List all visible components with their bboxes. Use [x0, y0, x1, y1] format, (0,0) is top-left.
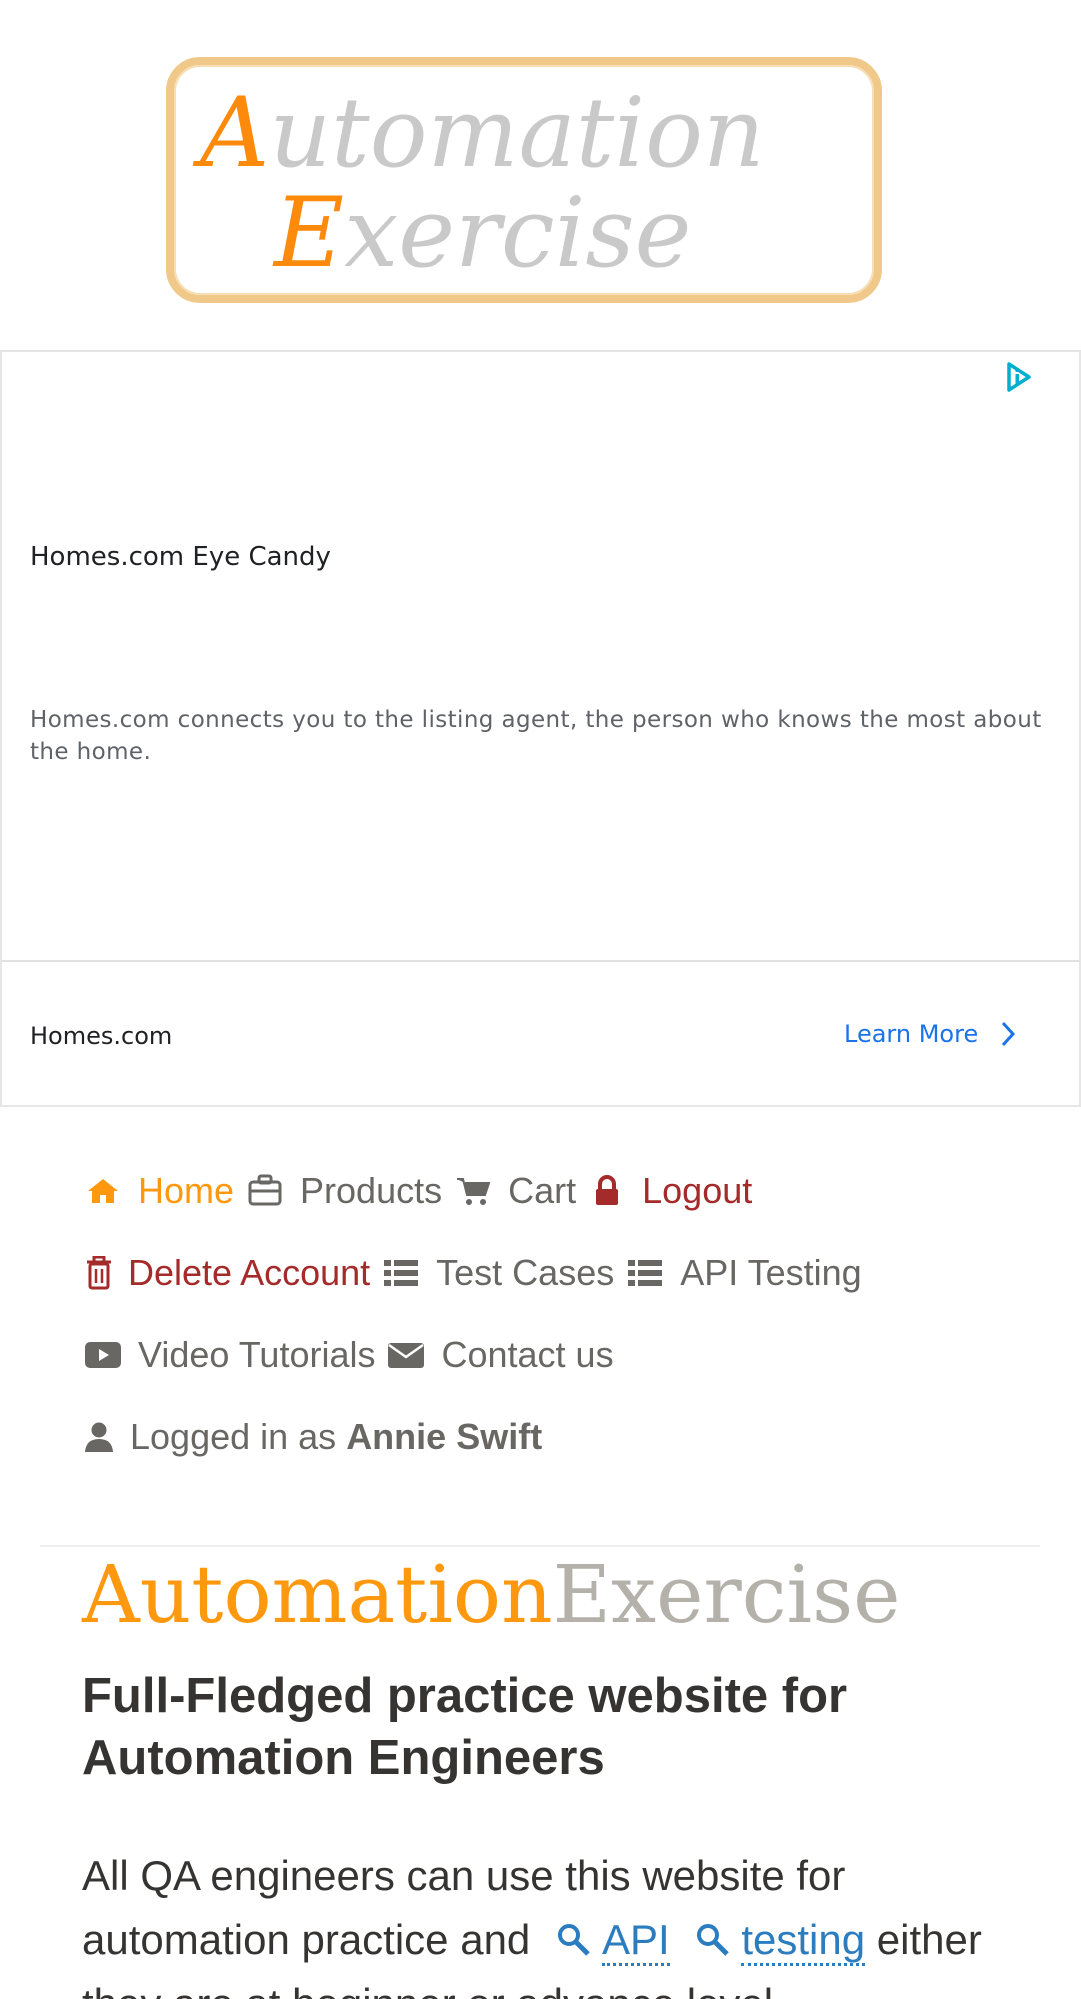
testing-link[interactable]: testing: [741, 1916, 866, 1966]
lock-icon: [586, 1171, 628, 1211]
logo-frame: Automation Exercise: [166, 57, 882, 303]
hero-brand-title: AutomationExercise: [82, 1548, 900, 1641]
logo-cap-a: A: [200, 77, 270, 189]
nav-row-4: Logged in as Annie Swift: [82, 1411, 1042, 1463]
logo-line-2: Exercise: [274, 177, 691, 289]
logged-in-status: Logged in as Annie Swift: [82, 1416, 542, 1458]
list-icon: [624, 1253, 666, 1293]
nav-row-1: Home Products Cart Logout: [82, 1165, 1042, 1217]
nav-api-testing-label: API Testing: [680, 1252, 862, 1293]
logo-rest-2: xercise: [344, 177, 692, 289]
nav-video-tutorials-label: Video Tutorials: [138, 1334, 376, 1375]
nav-test-cases-label: Test Cases: [436, 1252, 615, 1293]
ad-divider: [2, 960, 1079, 962]
nav-home-label: Home: [138, 1170, 235, 1211]
envelope-icon: [385, 1335, 427, 1375]
logged-in-username: Annie Swift: [346, 1416, 543, 1457]
nav-contact-us[interactable]: Contact us: [385, 1334, 614, 1376]
ad-brand[interactable]: Homes.com: [30, 1022, 172, 1050]
user-icon: [82, 1417, 116, 1457]
nav-delete-account-label: Delete Account: [128, 1252, 371, 1293]
logo-rest-1: utomation: [269, 77, 765, 189]
hero-brand-automation: Automation: [82, 1548, 553, 1641]
search-icon: [557, 1924, 590, 1956]
hero-brand-exercise: Exercise: [552, 1548, 901, 1641]
nav-products-label: Products: [300, 1170, 443, 1211]
cart-icon: [452, 1171, 494, 1211]
section-divider: [40, 1545, 1040, 1547]
nav-logout-label: Logout: [642, 1170, 753, 1211]
nav-logout[interactable]: Logout: [586, 1170, 752, 1212]
nav-cart[interactable]: Cart: [452, 1170, 576, 1212]
home-icon: [82, 1171, 124, 1211]
site-logo[interactable]: Automation Exercise: [0, 0, 1081, 350]
nav-home[interactable]: Home: [82, 1170, 234, 1212]
api-link[interactable]: API: [601, 1916, 670, 1966]
nav-products[interactable]: Products: [244, 1170, 442, 1212]
nav-video-tutorials[interactable]: Video Tutorials: [82, 1334, 375, 1376]
hero-paragraph: All QA engineers can use this website fo…: [82, 1844, 1042, 1999]
chevron-right-icon: [1002, 1021, 1016, 1047]
ad-title[interactable]: Homes.com Eye Candy: [30, 542, 331, 572]
nav-row-2: Delete Account Test Cases API Testing: [82, 1247, 1042, 1299]
nav-test-cases[interactable]: Test Cases: [380, 1252, 614, 1294]
search-icon: [697, 1924, 730, 1956]
logged-in-label: Logged in as: [130, 1416, 337, 1457]
products-icon: [244, 1171, 286, 1211]
nav-row-3: Video Tutorials Contact us: [82, 1329, 1042, 1381]
logo-cap-e: E: [274, 177, 345, 289]
main-nav: Home Products Cart Logout Delete Account…: [82, 1165, 1042, 1493]
ad-learn-more-button[interactable]: Learn More: [844, 1020, 1016, 1048]
nav-delete-account[interactable]: Delete Account: [82, 1252, 370, 1294]
nav-api-testing[interactable]: API Testing: [624, 1252, 862, 1294]
hero-heading: Full-Fledged practice website for Automa…: [82, 1669, 848, 1785]
youtube-play-icon: [82, 1335, 124, 1375]
ad-learn-more-label: Learn More: [844, 1020, 979, 1048]
ad-description: Homes.com connects you to the listing ag…: [30, 707, 1042, 765]
advertisement[interactable]: Homes.com Eye Candy Homes.com connects y…: [0, 350, 1081, 1107]
list-icon: [380, 1253, 422, 1293]
adchoices-icon[interactable]: [1001, 360, 1035, 394]
logo-line-1: Automation: [200, 77, 765, 189]
trash-icon: [82, 1253, 116, 1293]
nav-cart-label: Cart: [508, 1170, 577, 1211]
nav-contact-us-label: Contact us: [441, 1334, 614, 1375]
